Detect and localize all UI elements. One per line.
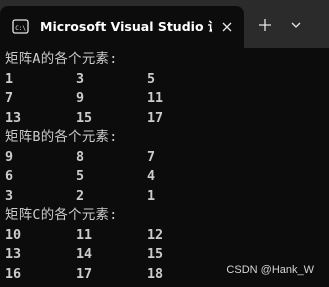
matrix-row: 3 2 1 — [5, 187, 329, 207]
matrix-row: 7 9 11 — [5, 89, 329, 109]
csdn-watermark: CSDN @Hank_W — [226, 264, 314, 276]
plus-icon — [259, 19, 271, 31]
matrix-cell: 17 — [147, 110, 164, 126]
matrix-cell: 18 — [147, 266, 164, 282]
matrix-cell: 6 — [5, 169, 14, 184]
tab-dropdown-button[interactable] — [285, 14, 307, 36]
matrix-cell: 1 — [147, 188, 156, 204]
matrix-row: 6 5 4 — [5, 167, 329, 187]
matrix-cell: 4 — [147, 169, 156, 184]
matrix-row: 1 3 5 — [5, 70, 329, 90]
close-icon[interactable] — [218, 18, 236, 36]
matrix-heading: 矩阵B的各个元素: — [5, 130, 118, 145]
matrix-row: 9 8 7 — [5, 148, 329, 168]
matrix-cell: 3 — [76, 71, 85, 87]
matrix-cell: 15 — [76, 110, 93, 126]
tab-title: Microsoft Visual Studio 调试控 — [40, 19, 212, 34]
matrix-cell: 3 — [5, 188, 14, 204]
matrix-cell: 16 — [5, 266, 22, 282]
new-tab-button[interactable] — [254, 14, 276, 36]
title-bar: C:\ Microsoft Visual Studio 调试控 — [0, 0, 329, 48]
matrix-cell: 11 — [147, 91, 164, 106]
matrix-cell: 8 — [76, 149, 85, 165]
matrix-cell: 7 — [147, 149, 156, 165]
svg-text:C:\: C:\ — [15, 25, 26, 32]
matrix-heading: 矩阵C的各个元素: — [5, 208, 118, 223]
matrix-cell: 14 — [76, 247, 93, 262]
matrix-cell: 5 — [76, 169, 85, 184]
tab-debug-console[interactable]: C:\ Microsoft Visual Studio 调试控 — [0, 6, 244, 48]
matrix-cell: 13 — [5, 247, 22, 262]
matrix-row: 10 11 12 — [5, 226, 329, 246]
matrix-heading: 矩阵A的各个元素: — [5, 52, 118, 67]
matrix-cell: 1 — [5, 71, 14, 87]
matrix-cell: 10 — [5, 227, 22, 243]
matrix-cell: 9 — [5, 149, 14, 165]
matrix-cell: 13 — [5, 110, 22, 126]
matrix-cell: 17 — [76, 266, 93, 282]
terminal-icon: C:\ — [12, 18, 29, 35]
matrix-cell: 15 — [147, 247, 164, 262]
matrix-cell: 11 — [76, 227, 93, 243]
terminal-window: C:\ Microsoft Visual Studio 调试控 矩阵A的各个元素… — [0, 0, 329, 287]
matrix-cell: 7 — [5, 91, 14, 106]
matrix-cell: 12 — [147, 227, 164, 243]
matrix-cell: 2 — [76, 188, 85, 204]
matrix-row: 13 15 17 — [5, 109, 329, 129]
chevron-down-icon — [291, 22, 301, 28]
matrix-cell: 5 — [147, 71, 156, 87]
console-output: 矩阵A的各个元素: 1 3 5 7 9 11 13 15 17 矩阵B的各个元素… — [5, 50, 329, 287]
matrix-cell: 9 — [76, 91, 85, 106]
